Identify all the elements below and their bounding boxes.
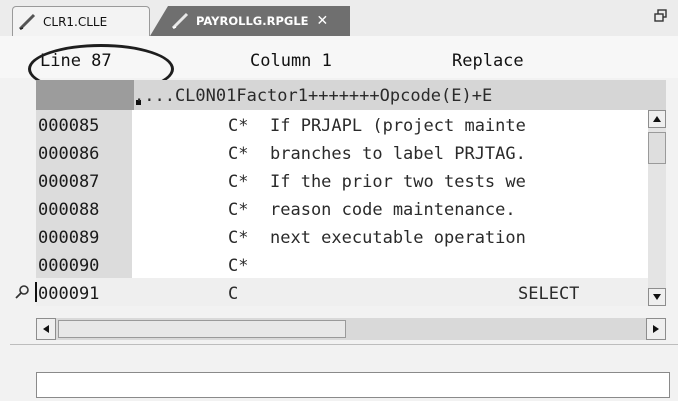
code-text: next executable operation: [270, 228, 526, 248]
sequence-number: 000087: [38, 172, 100, 192]
horizontal-scroll-thumb[interactable]: [58, 320, 346, 338]
horizontal-scrollbar[interactable]: [36, 318, 666, 340]
close-icon[interactable]: ✕: [317, 13, 329, 29]
code-text: reason code maintenance.: [270, 200, 516, 220]
sequence-number: 000089: [38, 228, 100, 248]
vertical-scrollbar[interactable]: [648, 110, 666, 306]
vertical-scroll-thumb[interactable]: [648, 132, 666, 164]
spec-type: C*: [228, 228, 249, 248]
source-editor[interactable]: 000085 C* If PRJAPL (project mainte 0000…: [36, 110, 648, 306]
sequence-number: 000085: [38, 116, 100, 136]
pencil-icon: [18, 13, 36, 30]
tab-label: PAYROLLG.RPGLE: [196, 14, 309, 28]
source-line[interactable]: 000086 C* branches to label PRJTAG.: [36, 138, 648, 166]
line-indicator: Line 87: [40, 51, 112, 71]
source-line[interactable]: 000088 C* reason code maintenance.: [36, 194, 648, 222]
sequence-number: 000090: [38, 256, 100, 276]
arrow-left-icon: [43, 325, 49, 333]
source-line[interactable]: 000087 C* If the prior two tests we: [36, 166, 648, 194]
spec-type: C*: [228, 116, 249, 136]
arrow-down-icon: [653, 294, 661, 300]
spec-type: C*: [228, 172, 249, 192]
restore-icon[interactable]: [654, 9, 668, 23]
editor-status-line: Line 87 Column 1 Replace: [0, 36, 678, 78]
column-indicator: Column 1: [250, 51, 332, 71]
search-marker-icon: [15, 285, 29, 299]
spec-type: C: [228, 284, 239, 304]
format-ruler: ....CL0N01Factor1+++++++Opcode(E)+E: [36, 80, 666, 110]
editor-tab-bar: CLR1.CLLE PAYROLLG.RPGLE ✕: [0, 0, 678, 37]
arrow-right-icon: [653, 325, 659, 333]
tab-label: CLR1.CLLE: [43, 14, 108, 29]
scroll-down-button[interactable]: [648, 288, 666, 306]
sequence-number: 000086: [38, 144, 100, 164]
code-text: If the prior two tests we: [270, 172, 526, 192]
spec-type: C*: [228, 200, 249, 220]
insert-mode-indicator: Replace: [452, 51, 524, 71]
pencil-icon: [171, 12, 189, 30]
opcode-text: SELECT: [518, 284, 580, 304]
code-text: branches to label PRJTAG.: [270, 144, 526, 164]
scroll-right-button[interactable]: [646, 318, 666, 340]
tab-payrollg-rpgle[interactable]: PAYROLLG.RPGLE ✕: [150, 6, 350, 36]
panel-divider: [10, 344, 678, 345]
command-input[interactable]: [36, 372, 670, 398]
sequence-number: 000091: [38, 284, 100, 304]
ruler-prefix-area: [36, 80, 134, 110]
spec-type: C*: [228, 144, 249, 164]
scroll-up-button[interactable]: [648, 110, 666, 128]
arrow-up-icon: [653, 116, 661, 122]
text-cursor: [35, 282, 37, 302]
ruler-text: ....CL0N01Factor1+++++++Opcode(E)+E: [134, 86, 493, 106]
source-line[interactable]: 000089 C* next executable operation: [36, 222, 648, 250]
code-text: If PRJAPL (project mainte: [270, 116, 526, 136]
sequence-number: 000088: [38, 200, 100, 220]
scroll-left-button[interactable]: [36, 318, 56, 340]
tab-clr1-clle[interactable]: CLR1.CLLE: [12, 6, 150, 36]
source-line[interactable]: 000085 C* If PRJAPL (project mainte: [36, 110, 648, 138]
source-line[interactable]: 000090 C*: [36, 250, 648, 278]
source-line-current[interactable]: 000091 C SELECT: [36, 278, 648, 306]
spec-type: C*: [228, 256, 249, 276]
